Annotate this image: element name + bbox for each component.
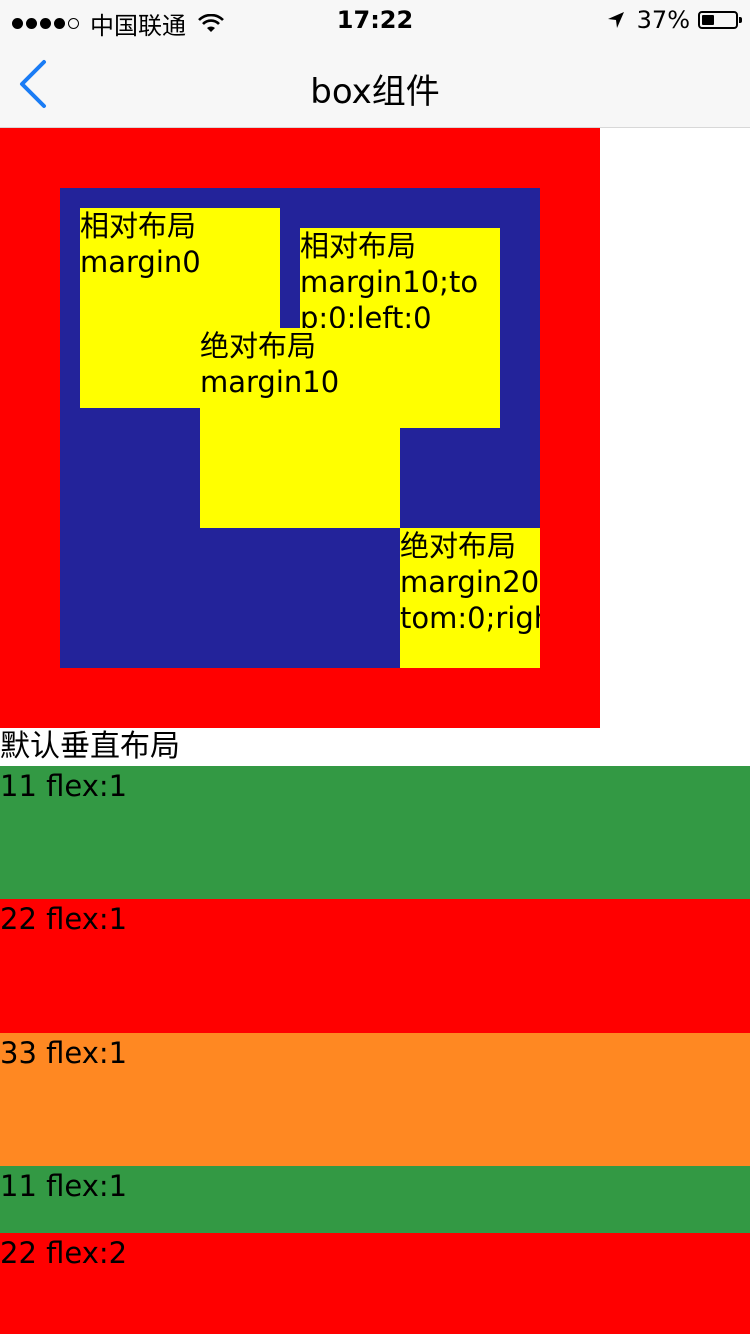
battery-level [702, 15, 714, 25]
status-right: 37% [607, 6, 742, 34]
location-arrow-icon [607, 12, 624, 28]
flex-row-3: 33 flex:1 [0, 1033, 750, 1166]
box-title: 绝对布局 [200, 329, 317, 363]
box-subtitle: margin0 [80, 245, 201, 279]
battery-icon [698, 11, 742, 29]
page: 中国联通 17:22 37% box组件 相对布局 margin0 相对布局 m… [0, 0, 750, 1334]
status-bar: 中国联通 17:22 37% [0, 0, 750, 40]
section-label: 默认垂直布局 [0, 729, 180, 764]
flex-row-2: 22 flex:1 [0, 899, 750, 1033]
navigation-bar: box组件 [0, 40, 750, 128]
flex-row-5: 22 flex:2 [0, 1233, 750, 1334]
flex-row-label: 22 flex:2 [0, 1236, 128, 1270]
flex-row-label: 22 flex:1 [0, 902, 128, 936]
box-title: 相对布局 [80, 209, 197, 243]
box-title: 绝对布局 [400, 529, 517, 563]
box-subtitle: margin10 [200, 365, 340, 399]
box-title: 相对布局 [300, 229, 417, 263]
page-title: box组件 [310, 72, 440, 112]
flex-row-label: 11 flex:1 [0, 1169, 128, 1203]
absolute-box-margin20: 绝对布局 margin20;bottom:0;right:0 [400, 528, 540, 668]
battery-percent: 37% [636, 6, 690, 34]
inner-blue-box: 相对布局 margin0 相对布局 margin10;top:0;left:0 … [60, 188, 540, 668]
flex-row-label: 11 flex:1 [0, 769, 128, 803]
battery-tip [739, 17, 742, 23]
flex-row-label: 33 flex:1 [0, 1036, 128, 1070]
flex-row-1: 11 flex:1 [0, 766, 750, 899]
box-subtitle: margin10;top:0;left:0 [300, 265, 479, 335]
box-subtitle: margin20;bottom:0;right:0 [400, 565, 540, 635]
flex-row-4: 11 flex:1 [0, 1166, 750, 1233]
absolute-box-margin10: 绝对布局 margin10 [200, 328, 400, 528]
